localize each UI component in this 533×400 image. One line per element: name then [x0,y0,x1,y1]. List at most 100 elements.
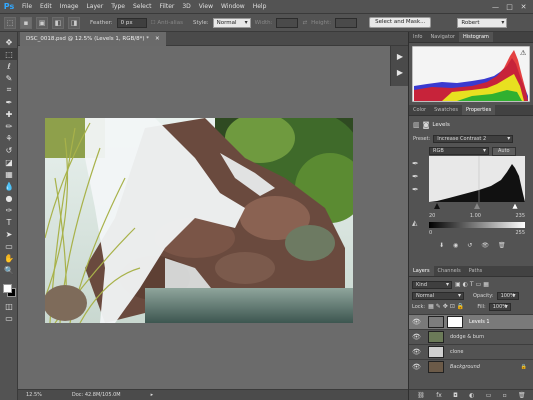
quick-mask-icon[interactable]: ◫ [0,300,18,312]
select-and-mask-button[interactable]: Select and Mask... [369,17,432,28]
visibility-icon[interactable]: 👁 [481,242,489,249]
gradient-tool-icon[interactable]: ▦ [0,168,18,180]
reset-icon[interactable]: ↺ [467,242,472,249]
close-window-icon[interactable]: ✕ [518,2,529,12]
menu-filter[interactable]: Filter [156,0,179,14]
brush-tool-icon[interactable]: ✏ [0,120,18,132]
history-icon[interactable]: ▶ [391,50,409,62]
document-image[interactable] [45,118,353,323]
tab-info[interactable]: Info [409,32,426,42]
view-previous-icon[interactable]: ◉ [453,242,458,249]
eraser-tool-icon[interactable]: ◪ [0,156,18,168]
tab-swatches[interactable]: Swatches [430,105,462,115]
menu-file[interactable]: File [18,0,36,14]
maximize-icon[interactable]: □ [504,2,515,12]
clone-stamp-tool-icon[interactable]: ⚘ [0,132,18,144]
hand-tool-icon[interactable]: ✋ [0,252,18,264]
zoom-level[interactable]: 12.5% [26,392,42,398]
output-black-value[interactable]: 0 [429,230,432,236]
menu-type[interactable]: Type [107,0,129,14]
subtract-selection-button[interactable]: ◧ [52,16,64,29]
opacity-field[interactable]: 100% [496,291,519,300]
marquee-tool-icon[interactable]: ⬚ [0,48,18,60]
fx-icon[interactable]: fx [436,392,442,399]
eyedropper-tool-icon[interactable]: ✒ [0,96,18,108]
new-layer-icon[interactable]: ▫ [503,392,507,399]
tab-navigator[interactable]: Navigator [426,32,458,42]
screen-mode-icon[interactable]: ▭ [0,312,18,324]
lock-icon[interactable]: 🔒 [521,364,527,370]
close-icon[interactable]: ✕ [155,32,160,46]
menu-select[interactable]: Select [129,0,156,14]
document-tab[interactable]: DSC_0018.psd @ 12.5% (Levels 1, RGB/8*) … [20,32,166,46]
input-white-slider[interactable] [511,202,519,210]
menu-image[interactable]: Image [56,0,83,14]
layer-thumbnail[interactable] [428,361,444,373]
blend-mode-dropdown[interactable]: Normal [412,291,464,300]
menu-view[interactable]: View [195,0,217,14]
input-white-value[interactable]: 235 [515,213,525,219]
tab-channels[interactable]: Channels [434,266,465,276]
tab-color[interactable]: Color [409,105,430,115]
menu-help[interactable]: Help [249,0,271,14]
layer-row[interactable]: 👁 clone [409,344,533,359]
input-black-value[interactable]: 20 [429,213,435,219]
adjustment-icon[interactable]: ◐ [469,392,474,399]
style-dropdown[interactable]: Normal [212,17,251,28]
intersect-selection-button[interactable]: ◨ [68,16,80,29]
minimize-icon[interactable]: — [490,2,501,12]
input-black-slider[interactable] [434,203,440,209]
white-point-eyedropper-icon[interactable]: ✒ [412,185,424,198]
gray-point-eyedropper-icon[interactable]: ✒ [412,172,424,185]
visibility-eye-icon[interactable]: 👁 [412,333,421,341]
add-selection-button[interactable]: ▣ [36,16,48,29]
rectangle-tool-icon[interactable]: ▭ [0,240,18,252]
color-swatches[interactable] [0,282,18,300]
visibility-eye-icon[interactable]: 👁 [412,318,421,326]
tab-paths[interactable]: Paths [465,266,487,276]
output-white-value[interactable]: 255 [515,230,525,236]
layer-mask-icon[interactable]: ◙ [423,121,430,129]
trash-icon[interactable]: 🗑 [518,392,526,399]
menu-layer[interactable]: Layer [82,0,107,14]
blur-tool-icon[interactable]: 💧 [0,180,18,192]
quick-select-tool-icon[interactable]: ✎ [0,72,18,84]
layer-row[interactable]: 👁 dodge & burn [409,329,533,344]
layer-thumbnail[interactable] [428,316,444,328]
height-field[interactable] [335,17,358,28]
type-tool-icon[interactable]: T [0,216,18,228]
tab-layers[interactable]: Layers [409,266,434,276]
actions-icon[interactable]: ▶ [391,66,409,78]
layer-row[interactable]: 👁 Background 🔒 [409,359,533,374]
auto-button[interactable]: Auto [492,146,516,156]
menu-3d[interactable]: 3D [178,0,194,14]
status-menu-arrow-icon[interactable]: ▸ [151,392,154,398]
canvas-area[interactable] [18,46,408,389]
input-gray-slider[interactable] [474,203,480,209]
pen-tool-icon[interactable]: ✑ [0,204,18,216]
link-icon[interactable]: ⛓ [417,392,425,399]
menu-edit[interactable]: Edit [36,0,56,14]
tab-histogram[interactable]: Histogram [458,32,493,42]
folder-icon[interactable]: ▭ [486,392,492,399]
width-field[interactable] [276,17,299,28]
swap-icon[interactable]: ⇄ [302,20,307,26]
channel-dropdown[interactable]: RGB [429,147,489,155]
tab-properties[interactable]: Properties [461,105,496,115]
menu-window[interactable]: Window [217,0,249,14]
visibility-eye-icon[interactable]: 👁 [412,348,421,356]
layer-thumbnail[interactable] [428,331,444,343]
crop-tool-icon[interactable]: ⌗ [0,84,18,96]
layer-filter-dropdown[interactable]: Kind [412,280,452,289]
path-select-tool-icon[interactable]: ➤ [0,228,18,240]
feather-field[interactable]: 0 px [116,17,147,28]
mask-icon[interactable]: ◘ [453,392,458,399]
delete-adjustment-icon[interactable]: 🗑 [498,242,506,249]
dodge-tool-icon[interactable]: ● [0,192,18,204]
layer-row[interactable]: 👁 Levels 1 [409,314,533,329]
filter-icons[interactable]: ▣◐T▭▦ [455,281,491,288]
input-gray-value[interactable]: 1.00 [470,213,481,219]
layer-thumbnail[interactable] [428,346,444,358]
preset-dropdown[interactable]: Increase Contrast 2 [433,135,514,143]
history-brush-tool-icon[interactable]: ↺ [0,144,18,156]
